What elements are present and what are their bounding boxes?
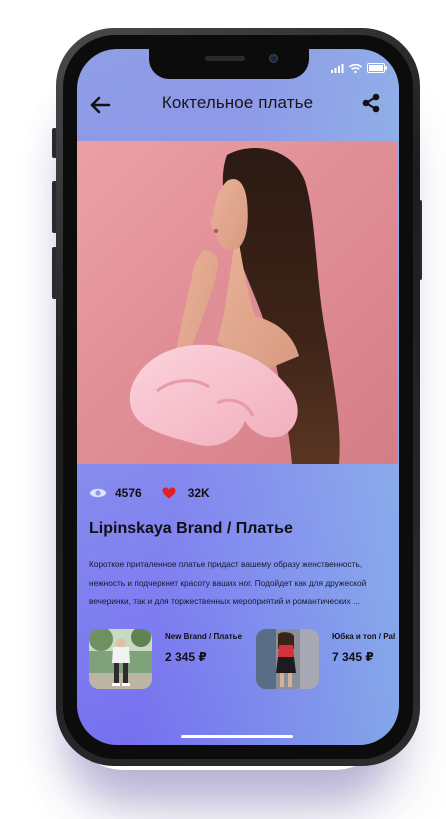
- product-description: Короткое приталенное платье придаст ваше…: [89, 559, 367, 606]
- related-card[interactable]: New Brand / Платье 2 345 ₽: [89, 629, 249, 691]
- views-count: 4576: [115, 486, 142, 500]
- related-price: 7 345 ₽: [332, 650, 374, 664]
- share-icon[interactable]: [360, 92, 382, 114]
- likes-count: 32K: [187, 486, 210, 500]
- related-thumb: [89, 629, 152, 689]
- battery-icon: [367, 63, 387, 73]
- signal-icon: [331, 63, 344, 73]
- related-products: New Brand / Платье 2 345 ₽ Юбка и топ / …: [77, 629, 398, 693]
- status-bar: [331, 63, 387, 73]
- phone-bezel: Коктельное платье 4576 32K Lipinskaya Br…: [63, 35, 413, 759]
- heart-icon[interactable]: [162, 487, 176, 499]
- eye-icon: [89, 488, 107, 498]
- earpiece-speaker: [205, 56, 245, 61]
- phone-frame: Коктельное платье 4576 32K Lipinskaya Br…: [56, 28, 420, 766]
- stats-row: 4576 32K: [89, 485, 210, 501]
- app-screen: Коктельное платье 4576 32K Lipinskaya Br…: [77, 49, 399, 745]
- related-name: Юбка и топ / Pal: [332, 632, 396, 641]
- front-camera: [269, 54, 278, 63]
- mockup-stage: Коктельное платье 4576 32K Lipinskaya Br…: [0, 0, 446, 819]
- wifi-icon: [349, 63, 362, 73]
- related-price: 2 345 ₽: [165, 650, 207, 664]
- phone-notch: [149, 49, 309, 79]
- related-thumb: [256, 629, 319, 689]
- home-indicator[interactable]: [181, 735, 293, 738]
- product-photo: [77, 141, 398, 464]
- related-name: New Brand / Платье: [165, 632, 243, 641]
- related-card[interactable]: Юбка и топ / Pal 7 345 ₽: [256, 629, 399, 691]
- product-title: Lipinskaya Brand / Платье: [89, 520, 293, 537]
- page-title: Коктельное платье: [161, 93, 314, 112]
